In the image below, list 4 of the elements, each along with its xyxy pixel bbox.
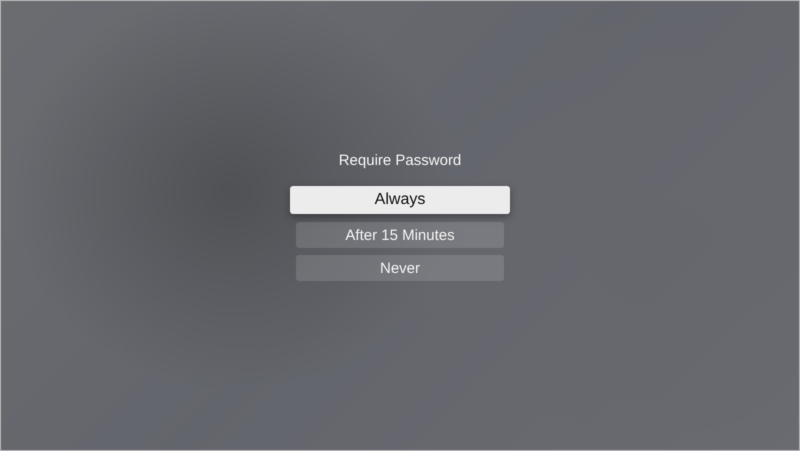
option-button[interactable]: Never — [296, 255, 504, 281]
option-button[interactable]: After 15 Minutes — [296, 222, 504, 248]
title: Require Password — [338, 151, 462, 171]
option-button[interactable]: Always — [290, 186, 510, 214]
